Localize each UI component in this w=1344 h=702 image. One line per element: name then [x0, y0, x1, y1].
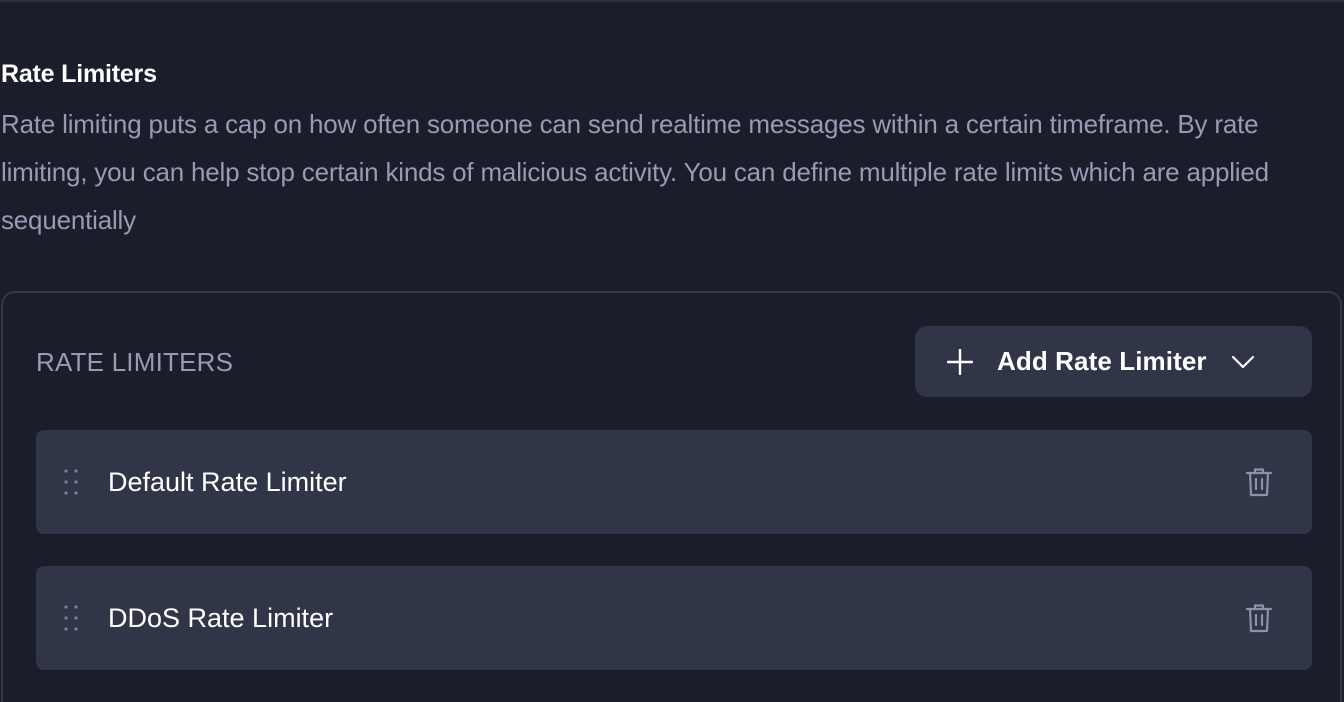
rate-limiter-item[interactable]: Default Rate Limiter [36, 430, 1312, 534]
rate-limiter-name: Default Rate Limiter [108, 467, 347, 497]
trash-icon[interactable] [1243, 466, 1275, 498]
rate-limiter-name: DDoS Rate Limiter [108, 603, 334, 633]
chevron-down-icon [1231, 355, 1254, 368]
plus-icon [947, 348, 973, 375]
trash-icon[interactable] [1243, 602, 1275, 634]
rate-limiters-page: Rate Limiters Rate limiting puts a cap o… [0, 0, 1344, 702]
drag-handle-icon[interactable] [63, 468, 79, 496]
add-rate-limiter-label: Add Rate Limiter [997, 346, 1207, 376]
drag-handle-icon[interactable] [63, 604, 79, 632]
section-title: Rate Limiters [1, 60, 157, 88]
rate-limiter-item[interactable]: DDoS Rate Limiter [36, 566, 1312, 670]
section-description: Rate limiting puts a cap on how often so… [1, 109, 1269, 235]
card-header: RATE LIMITERS [36, 347, 234, 377]
rate-limiters-card: RATE LIMITERS Add Rate Limiter Default R… [1, 291, 1342, 702]
add-rate-limiter-button[interactable]: Add Rate Limiter [915, 326, 1312, 397]
